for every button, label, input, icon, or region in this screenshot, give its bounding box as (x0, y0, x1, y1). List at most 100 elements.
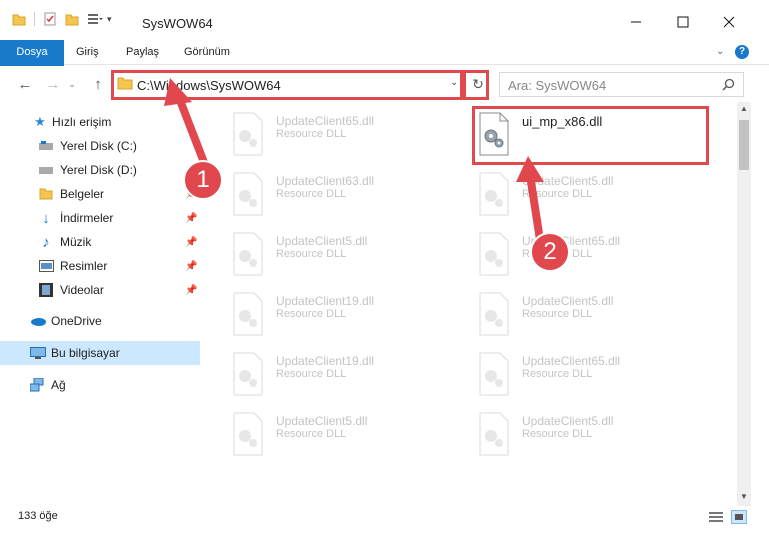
ribbon-tabs: Dosya Giriş Paylaş Görünüm ⌄ ? (0, 40, 769, 98)
window-title: SysWOW64 (142, 16, 213, 31)
sidebar-item-label: Bu bilgisayar (51, 346, 120, 360)
vertical-scrollbar[interactable]: ▲ ▼ (737, 102, 751, 506)
details-view-icon[interactable] (709, 511, 723, 523)
minimize-icon (631, 21, 641, 23)
download-icon: ↓ (42, 209, 50, 227)
drive-icon (38, 138, 54, 154)
file-item[interactable]: UpdateClient5.dll Resource DLL (222, 226, 458, 284)
dll-file-icon (479, 292, 509, 336)
search-placeholder: Ara: SysWOW64 (508, 78, 607, 93)
videos-icon (38, 282, 54, 298)
tab-share[interactable]: Paylaş (116, 40, 169, 65)
properties-icon[interactable] (43, 12, 57, 26)
help-icon[interactable]: ? (735, 45, 749, 59)
close-icon (723, 16, 735, 28)
dll-file-icon (233, 232, 263, 276)
sidebar-item-drive-d[interactable]: Yerel Disk (D:) (0, 158, 200, 182)
file-name: UpdateClient5.dll (276, 414, 368, 428)
sidebar-item-label: OneDrive (51, 314, 102, 328)
customize-toolbar-icon[interactable] (87, 12, 103, 26)
sidebar-item-onedrive[interactable]: OneDrive (0, 309, 200, 333)
pin-icon[interactable]: 📌 (185, 237, 197, 248)
arrow-up-icon: ↑ (94, 75, 102, 93)
arrow-right-icon: → (45, 75, 61, 93)
chevron-down-icon[interactable]: ▾ (107, 14, 112, 25)
back-button[interactable]: ← (14, 74, 36, 94)
file-item[interactable]: UpdateClient5.dll Resource DLL (468, 286, 704, 344)
file-item[interactable]: UpdateClient65.dll Resource DLL (222, 106, 458, 164)
dll-file-icon (479, 172, 509, 216)
tab-view[interactable]: Görünüm (174, 40, 240, 65)
expand-ribbon-icon[interactable]: ⌄ (716, 46, 724, 57)
pin-icon[interactable]: 📌 (185, 213, 197, 224)
arrow-left-icon: ← (17, 75, 33, 93)
file-item[interactable]: UpdateClient63.dll Resource DLL (222, 166, 458, 224)
file-item[interactable]: UpdateClient65.dll Resource DLL (468, 346, 704, 404)
pin-icon[interactable]: 📌 (185, 261, 197, 272)
minimize-button[interactable] (613, 8, 659, 36)
close-button[interactable] (706, 8, 752, 36)
sidebar-item-videos[interactable]: Videolar 📌 (0, 278, 200, 302)
sidebar-item-this-pc[interactable]: Bu bilgisayar (0, 341, 200, 365)
computer-icon (30, 345, 46, 361)
file-highlight (472, 106, 709, 165)
maximize-button[interactable] (660, 8, 706, 36)
scroll-up-icon[interactable]: ▲ (740, 104, 748, 113)
new-folder-icon[interactable] (65, 12, 79, 26)
cloud-icon (30, 313, 46, 329)
dll-file-icon (233, 352, 263, 396)
file-type: Resource DLL (276, 308, 347, 320)
status-bar: 133 öğe (0, 506, 769, 539)
sidebar-item-label: Videolar (60, 283, 104, 297)
pictures-icon (38, 258, 54, 274)
file-type: Resource DLL (522, 368, 593, 380)
step-badge-1: 1 (183, 160, 223, 200)
scrollbar-thumb[interactable] (739, 120, 749, 170)
forward-button[interactable]: → (42, 74, 64, 94)
sidebar-item-label: Yerel Disk (D:) (60, 163, 137, 177)
divider (34, 12, 35, 26)
sidebar-item-drive-c[interactable]: Yerel Disk (C:) (0, 134, 200, 158)
file-type: Resource DLL (276, 368, 347, 380)
file-type: Resource DLL (522, 308, 593, 320)
dll-file-icon (233, 412, 263, 456)
tab-home[interactable]: Giriş (66, 40, 109, 65)
file-item[interactable]: UpdateClient5.dll Resource DLL (222, 406, 458, 464)
search-input[interactable]: Ara: SysWOW64 (499, 72, 744, 97)
sidebar-item-pictures[interactable]: Resimler 📌 (0, 254, 200, 278)
scroll-down-icon[interactable]: ▼ (740, 492, 748, 501)
sidebar-item-downloads[interactable]: ↓ İndirmeler 📌 (0, 206, 200, 230)
refresh-button-highlight (463, 70, 489, 100)
tiles-view-icon[interactable] (731, 510, 747, 524)
file-type: Resource DLL (276, 188, 347, 200)
file-item[interactable]: UpdateClient19.dll Resource DLL (222, 346, 458, 404)
file-item[interactable]: UpdateClient5.dll Resource DLL (468, 406, 704, 464)
chevron-down-icon: ⌄ (68, 78, 76, 89)
dll-file-icon (233, 172, 263, 216)
step-badge-2: 2 (530, 232, 570, 272)
sidebar-item-network[interactable]: Ağ (0, 373, 200, 397)
file-item[interactable]: UpdateClient19.dll Resource DLL (222, 286, 458, 344)
search-icon[interactable] (722, 78, 735, 91)
folder-icon[interactable] (12, 12, 26, 26)
sidebar-item-documents[interactable]: Belgeler 📌 (0, 182, 200, 206)
file-name: UpdateClient65.dll (276, 114, 375, 128)
file-name: UpdateClient65.dll (522, 354, 621, 368)
sidebar-item-music[interactable]: ♪ Müzik 📌 (0, 230, 200, 254)
file-item[interactable]: UpdateClient65.dll Resource DLL (468, 226, 704, 284)
up-button[interactable]: ↑ (87, 74, 109, 94)
drive-icon (38, 162, 54, 178)
file-item[interactable]: UpdateClient5.dll Resource DLL (468, 166, 704, 224)
dll-file-icon (479, 412, 509, 456)
sidebar-item-label: İndirmeler (60, 211, 114, 225)
file-type: Resource DLL (276, 248, 347, 260)
sidebar-item-label: Ağ (51, 378, 66, 392)
file-name: UpdateClient19.dll (276, 294, 375, 308)
file-type: Resource DLL (522, 428, 593, 440)
sidebar-item-quick-access[interactable]: ★ Hızlı erişim (0, 110, 200, 134)
sidebar-item-label: Müzik (60, 235, 92, 249)
pin-icon[interactable]: 📌 (185, 285, 197, 296)
file-name: UpdateClient5.dll (276, 234, 368, 248)
sidebar-item-label: Belgeler (60, 187, 105, 201)
recent-locations-button[interactable]: ⌄ (66, 74, 78, 94)
